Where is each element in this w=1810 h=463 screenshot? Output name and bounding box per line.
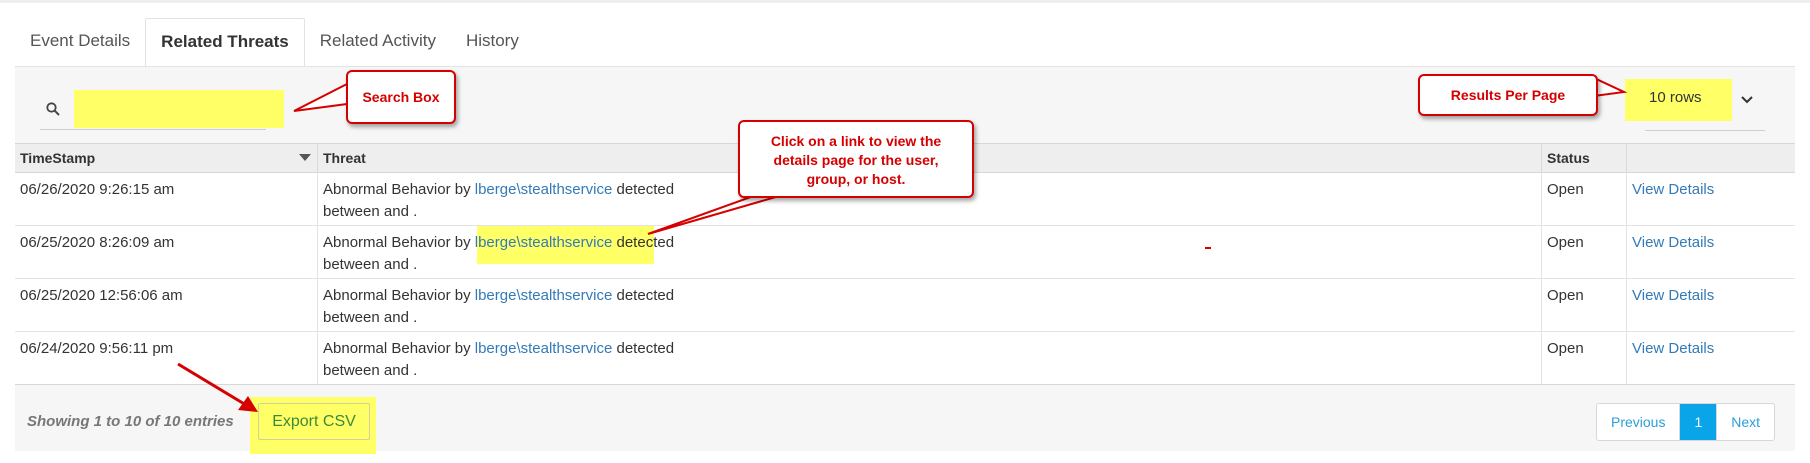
header-actions [1627,144,1795,172]
user-link[interactable]: lberge\stealthservice [475,287,613,304]
previous-page-button[interactable]: Previous [1597,404,1681,440]
cell-status: Open [1542,173,1627,225]
cell-threat: Abnormal Behavior by lberge\stealthservi… [318,332,1542,384]
cell-status: Open [1542,332,1627,384]
view-details-link[interactable]: View Details [1632,287,1714,304]
link-help-line-3: group, or host. [806,171,906,187]
link-help-line-2: details page for the user, [773,152,939,168]
search-input[interactable] [74,90,284,128]
pagination: Previous 1 Next [1596,403,1776,441]
tab-related-threats[interactable]: Related Threats [145,18,305,69]
next-page-button[interactable]: Next [1717,404,1774,440]
header-timestamp[interactable]: TimeStamp [15,144,318,172]
header-timestamp-label: TimeStamp [20,150,96,166]
tab-event-details[interactable]: Event Details [15,18,145,66]
header-status-label: Status [1547,150,1590,166]
cell-timestamp: 06/26/2020 9:26:15 am [15,173,318,225]
header-threat-label: Threat [323,150,366,166]
view-details-link[interactable]: View Details [1632,234,1714,251]
cell-timestamp: 06/24/2020 9:56:11 pm [15,332,318,384]
results-per-page-callout-text: Results Per Page [1450,87,1566,103]
search-icon [46,102,60,116]
top-border [0,0,1810,3]
table-row: 06/24/2020 9:56:11 pm Abnormal Behavior … [15,332,1795,384]
view-details-link[interactable]: View Details [1632,181,1714,198]
search-box-callout: Search Box [346,70,456,124]
export-csv-button[interactable]: Export CSV [258,403,370,440]
table-body: 06/26/2020 9:26:15 am Abnormal Behavior … [15,173,1795,384]
link-help-line-1: Click on a link to view the [770,133,942,149]
tab-related-activity[interactable]: Related Activity [305,18,451,66]
user-link[interactable]: lberge\stealthservice [475,181,613,198]
cell-action: View Details [1627,332,1795,384]
tab-bar: Event Details Related Threats Related Ac… [15,18,534,69]
table-row: 06/25/2020 12:56:06 am Abnormal Behavior… [15,279,1795,332]
link-help-callout: Click on a link to view the details page… [738,120,974,198]
entries-info: Showing 1 to 10 of 10 entries [27,413,234,430]
view-details-link[interactable]: View Details [1632,340,1714,357]
tab-history[interactable]: History [451,18,534,66]
header-status[interactable]: Status [1542,144,1627,172]
rows-per-page-value: 10 rows [1649,89,1702,106]
sort-desc-icon[interactable] [299,154,311,161]
cell-action: View Details [1627,173,1795,225]
cell-threat: Abnormal Behavior by lberge\stealthservi… [318,279,1542,331]
cell-status: Open [1542,279,1627,331]
search-box-callout-text: Search Box [362,89,440,105]
cell-status: Open [1542,226,1627,278]
results-per-page-callout: Results Per Page [1418,74,1598,116]
table-row: 06/25/2020 8:26:09 am Abnormal Behavior … [15,226,1795,279]
cell-timestamp: 06/25/2020 12:56:06 am [15,279,318,331]
cell-timestamp: 06/25/2020 8:26:09 am [15,226,318,278]
rows-underline [1645,130,1765,131]
cell-threat: Abnormal Behavior by lberge\stealthservi… [318,226,1542,278]
rows-per-page-select[interactable]: 10 rows [1625,79,1765,131]
user-link[interactable]: lberge\stealthservice [475,234,613,251]
cell-action: View Details [1627,279,1795,331]
user-link[interactable]: lberge\stealthservice [475,340,613,357]
chevron-down-icon [1741,96,1753,104]
cell-action: View Details [1627,226,1795,278]
search-box [40,90,284,130]
page-1-button[interactable]: 1 [1680,404,1718,440]
